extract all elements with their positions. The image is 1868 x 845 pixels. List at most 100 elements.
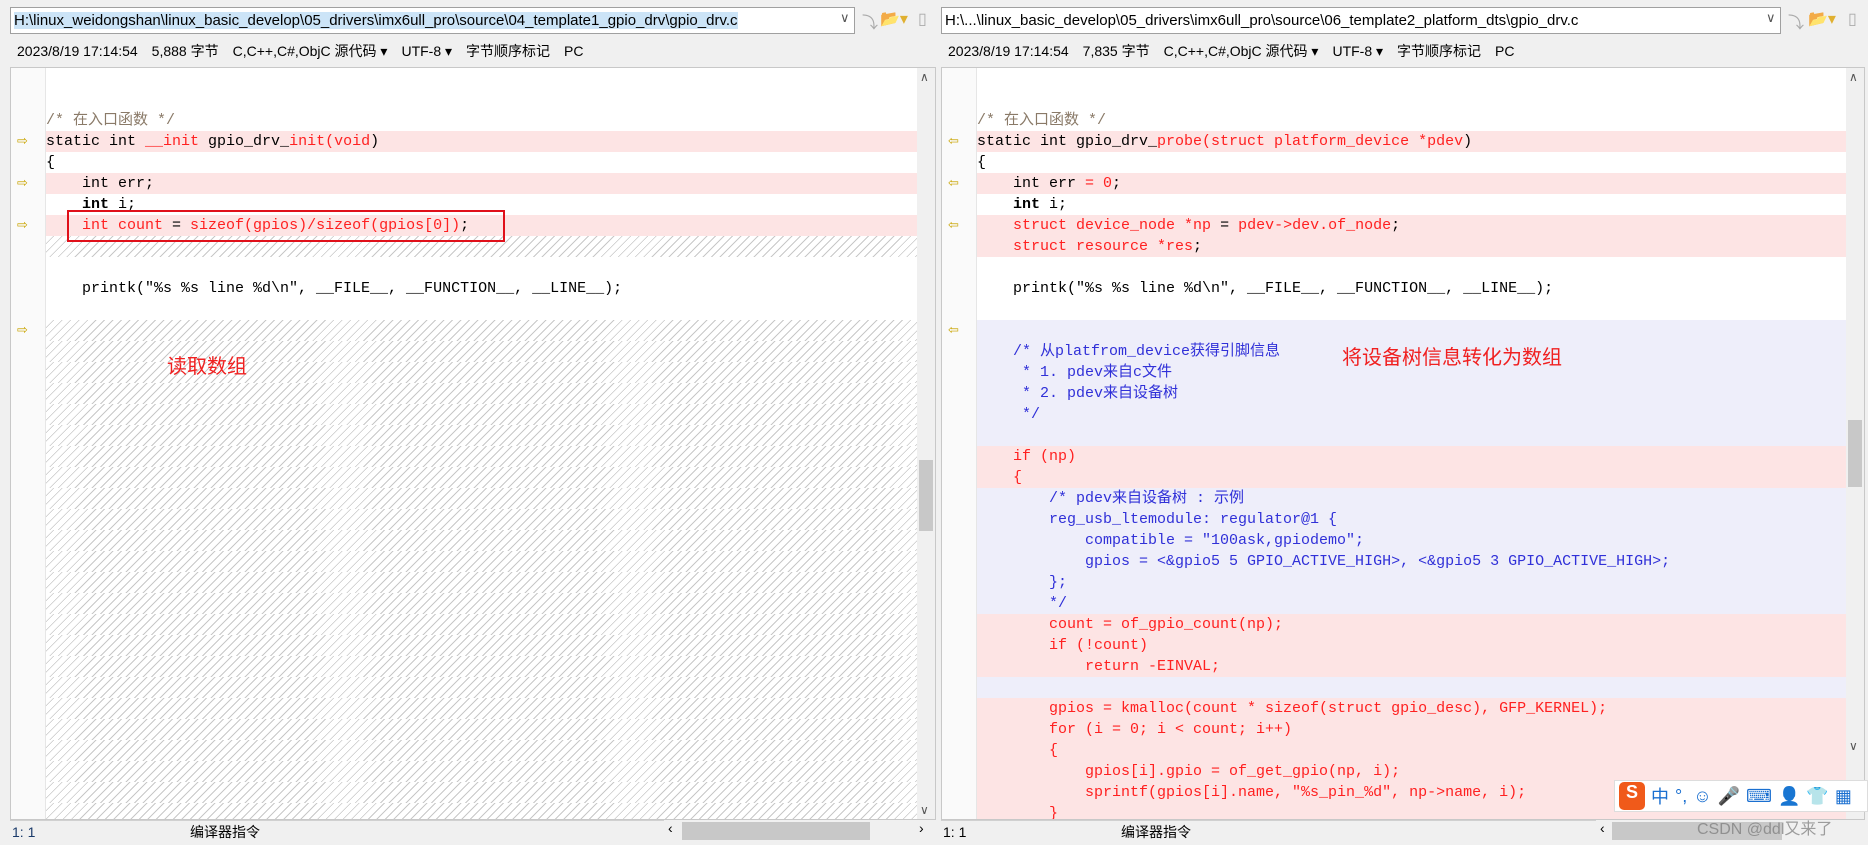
code-line[interactable]: gpios = kmalloc(count * sizeof(struct gp…: [977, 698, 1846, 719]
code-line[interactable]: [46, 803, 917, 819]
right-path-dropdown-chevron-icon[interactable]: ∨: [1766, 10, 1776, 26]
code-line[interactable]: [46, 719, 917, 740]
code-line[interactable]: gpios = <&gpio5 5 GPIO_ACTIVE_HIGH>, <&g…: [977, 551, 1846, 572]
ime-item-icon[interactable]: ▦: [1835, 786, 1852, 807]
code-line[interactable]: /* 在入口函数 */: [46, 110, 917, 131]
code-line[interactable]: struct resource *res;: [977, 236, 1846, 257]
ime-item-icon[interactable]: °,: [1675, 786, 1687, 807]
code-line[interactable]: gpios[i].gpio = of_get_gpio(np, i);: [977, 761, 1846, 782]
code-line[interactable]: */: [977, 593, 1846, 614]
copy-right-arrow-icon[interactable]: ⇨: [17, 218, 31, 231]
code-line[interactable]: {: [977, 740, 1846, 761]
left-vertical-scrollbar[interactable]: ∧ ∨: [917, 68, 935, 819]
code-line[interactable]: [46, 698, 917, 719]
code-line[interactable]: [46, 257, 917, 278]
ime-item-icon[interactable]: 👤: [1778, 786, 1800, 807]
code-line[interactable]: reg_usb_ltemodule: regulator@1 {: [977, 509, 1846, 530]
code-line[interactable]: [46, 656, 917, 677]
code-line[interactable]: };: [977, 572, 1846, 593]
code-line[interactable]: [977, 677, 1846, 698]
code-line[interactable]: [46, 446, 917, 467]
code-line[interactable]: {: [977, 467, 1846, 488]
code-line[interactable]: printk("%s %s line %d\n", __FILE__, __FU…: [977, 278, 1846, 299]
code-line[interactable]: [46, 740, 917, 761]
right-code-pane[interactable]: ⇦ ⇦ ⇦ ⇦ /* 在入口函数 */ static int gpio_drv_prob…: [941, 67, 1865, 820]
code-line[interactable]: compatible = "100ask,gpiodemo";: [977, 530, 1846, 551]
copy-right-arrow-icon[interactable]: ⇨: [17, 323, 31, 336]
code-line[interactable]: [977, 89, 1846, 110]
left-scroll-thumb[interactable]: [919, 460, 933, 531]
right-open-folder-icon[interactable]: 📂▾: [1808, 9, 1836, 29]
code-line[interactable]: [46, 614, 917, 635]
left-path-dropdown-chevron-icon[interactable]: ∨: [840, 10, 850, 26]
code-line[interactable]: [46, 509, 917, 530]
copy-left-arrow-icon[interactable]: ⇦: [948, 218, 962, 231]
code-line[interactable]: [46, 68, 917, 89]
code-line[interactable]: [46, 488, 917, 509]
left-save-icon[interactable]: ▯: [918, 9, 927, 29]
scroll-right-icon[interactable]: ›: [919, 820, 924, 836]
right-scroll-thumb[interactable]: [1848, 420, 1862, 487]
copy-left-arrow-icon[interactable]: ⇦: [948, 134, 962, 147]
code-line[interactable]: return -EINVAL;: [977, 656, 1846, 677]
left-horizontal-scrollbar[interactable]: ‹ ›: [664, 820, 936, 842]
copy-left-arrow-icon[interactable]: ⇦: [948, 176, 962, 189]
code-line[interactable]: [46, 467, 917, 488]
ime-logo-icon[interactable]: S: [1619, 782, 1645, 810]
code-line[interactable]: [46, 593, 917, 614]
code-line[interactable]: [46, 530, 917, 551]
code-line[interactable]: [46, 761, 917, 782]
code-line[interactable]: static int __init gpio_drv_init(void): [46, 131, 917, 152]
code-line[interactable]: [46, 383, 917, 404]
copy-right-arrow-icon[interactable]: ⇨: [17, 176, 31, 189]
ime-item-icon[interactable]: 中: [1651, 783, 1669, 809]
code-line[interactable]: if (np): [977, 446, 1846, 467]
code-line[interactable]: [46, 89, 917, 110]
ime-item-icon[interactable]: ☺: [1693, 786, 1711, 807]
code-line[interactable]: [46, 572, 917, 593]
code-line[interactable]: [977, 257, 1846, 278]
right-save-icon[interactable]: ▯: [1848, 9, 1857, 29]
right-code-lines[interactable]: /* 在入口函数 */ static int gpio_drv_probe(str…: [977, 68, 1846, 819]
code-line[interactable]: [46, 320, 917, 341]
code-line[interactable]: [46, 299, 917, 320]
code-line[interactable]: static int gpio_drv_probe(struct platfor…: [977, 131, 1846, 152]
ime-item-icon[interactable]: 🎤: [1718, 786, 1740, 807]
scroll-down-icon[interactable]: ∨: [920, 803, 929, 817]
left-file-path-input[interactable]: H:\linux_weidongshan\linux_basic_develop…: [10, 7, 855, 34]
code-line[interactable]: /* 在入口函数 */: [977, 110, 1846, 131]
ime-item-icon[interactable]: ⌨: [1746, 786, 1772, 807]
code-line[interactable]: /* pdev来自设备树 : 示例: [977, 488, 1846, 509]
code-line[interactable]: for (i = 0; i < count; i++): [977, 719, 1846, 740]
copy-left-arrow-icon[interactable]: ⇦: [948, 323, 962, 336]
code-line[interactable]: int i;: [977, 194, 1846, 215]
code-line[interactable]: [46, 404, 917, 425]
code-line[interactable]: [46, 677, 917, 698]
left-swap-icon[interactable]: ⤵: [862, 9, 878, 33]
code-line[interactable]: [977, 299, 1846, 320]
right-swap-icon[interactable]: ⤵: [1788, 9, 1804, 33]
left-code-pane[interactable]: ⇨ ⇨ ⇨ ⇨ /* 在入口函数 */ static int __init gpio_d…: [10, 67, 936, 820]
ime-toolbar[interactable]: S 中 °, ☺ 🎤 ⌨ 👤 👕 ▦: [1614, 780, 1868, 812]
code-line[interactable]: [977, 68, 1846, 89]
scroll-up-icon[interactable]: ∧: [920, 70, 929, 84]
right-vertical-scrollbar[interactable]: ∧ ∨: [1846, 68, 1864, 819]
copy-right-arrow-icon[interactable]: ⇨: [17, 134, 31, 147]
code-line[interactable]: [46, 551, 917, 572]
code-line[interactable]: if (!count): [977, 635, 1846, 656]
code-line[interactable]: {: [46, 152, 917, 173]
code-line[interactable]: printk("%s %s line %d\n", __FILE__, __FU…: [46, 278, 917, 299]
code-line[interactable]: [977, 320, 1846, 341]
code-line[interactable]: int err;: [46, 173, 917, 194]
scroll-left-icon[interactable]: ‹: [668, 820, 673, 836]
code-line[interactable]: count = of_gpio_count(np);: [977, 614, 1846, 635]
code-line[interactable]: [46, 782, 917, 803]
scroll-down-icon[interactable]: ∨: [1849, 739, 1858, 753]
left-code-lines[interactable]: /* 在入口函数 */ static int __init gpio_drv_in…: [46, 68, 917, 819]
code-line[interactable]: {: [977, 152, 1846, 173]
left-hscroll-thumb[interactable]: [682, 822, 870, 840]
ime-item-icon[interactable]: 👕: [1806, 786, 1828, 807]
code-line[interactable]: */: [977, 404, 1846, 425]
left-open-folder-icon[interactable]: 📂▾: [880, 9, 908, 29]
scroll-up-icon[interactable]: ∧: [1849, 70, 1858, 84]
